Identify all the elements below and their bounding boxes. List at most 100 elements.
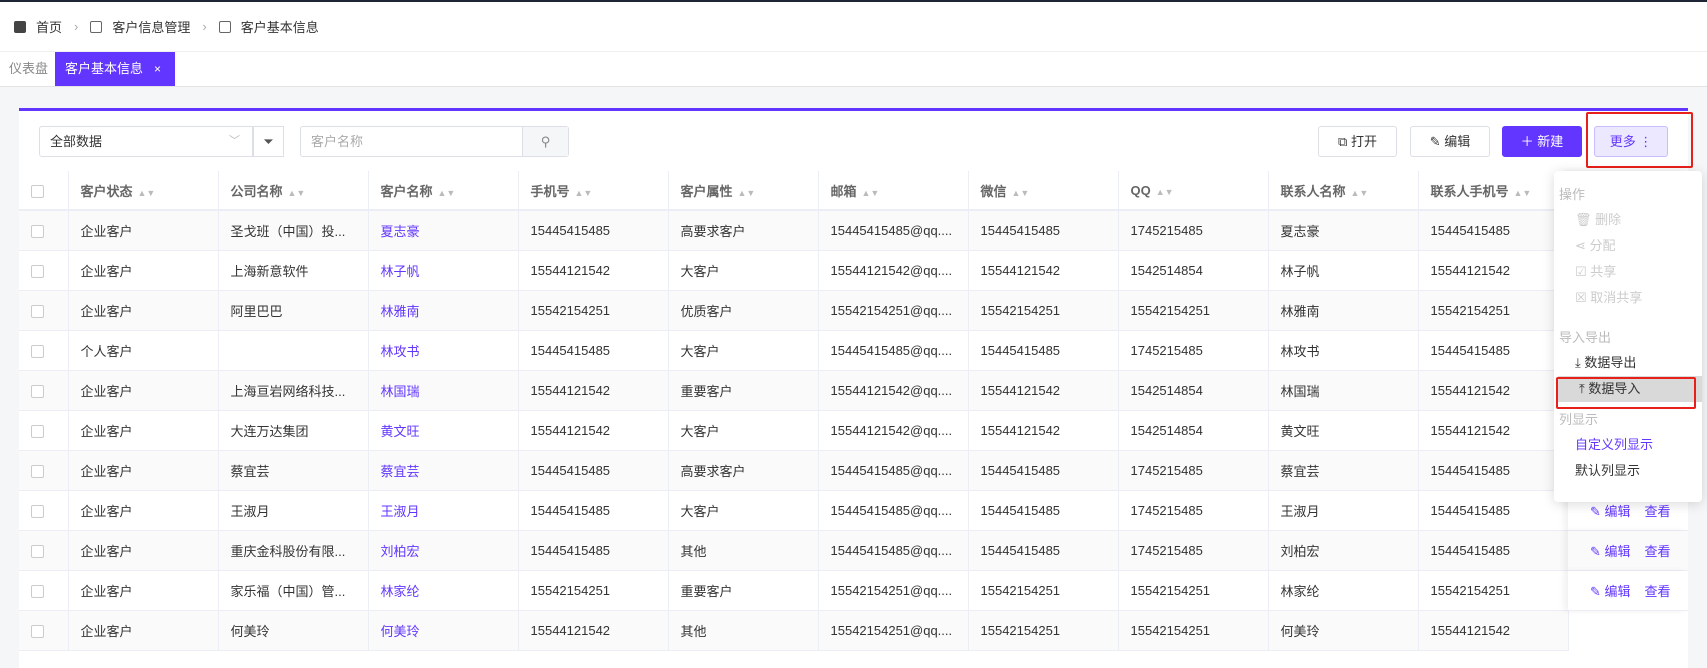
- column-header[interactable]: QQ ▲▼: [1118, 171, 1269, 211]
- table-cell[interactable]: 林雅南: [368, 290, 519, 331]
- search-button[interactable]: ⚲: [522, 127, 568, 156]
- table-cell[interactable]: 何美玲: [368, 610, 519, 651]
- sort-icon[interactable]: ▲▼: [288, 188, 306, 198]
- sort-icon[interactable]: ▲▼: [1012, 188, 1030, 198]
- table-row[interactable]: 企业客户 何美玲 何美玲 15544121542 其他 15542154251@qq...…: [19, 610, 1569, 651]
- open-button[interactable]: ⧉ 打开: [1318, 126, 1397, 157]
- table-cell[interactable]: 夏志豪: [368, 210, 519, 251]
- menu-item-unshare[interactable]: ☒ 取消共享: [1554, 285, 1702, 311]
- menu-item-custom-columns[interactable]: 自定义列显示: [1554, 432, 1702, 458]
- edit-icon: ✎: [1590, 504, 1601, 519]
- table-cell[interactable]: 林子帆: [368, 250, 519, 291]
- table-row[interactable]: 企业客户 上海亘岩网络科技... 林国瑞 15544121542 重要客户 1554412…: [19, 370, 1569, 411]
- row-view-button[interactable]: 查看: [1645, 501, 1671, 520]
- breadcrumb-customer-mgmt[interactable]: 客户信息管理: [112, 17, 190, 36]
- row-edit-button[interactable]: ✎ 编辑: [1590, 501, 1631, 520]
- edit-button[interactable]: ✎ 编辑: [1410, 126, 1490, 157]
- table-row[interactable]: 企业客户 家乐福（中国）管... 林家纶 15542154251 重要客户 1554215…: [19, 570, 1569, 611]
- sort-icon[interactable]: ▲▼: [1351, 188, 1369, 198]
- row-view-button[interactable]: 查看: [1645, 541, 1671, 560]
- row-checkbox[interactable]: [31, 424, 44, 438]
- row-checkbox[interactable]: [31, 344, 44, 358]
- column-header[interactable]: 手机号 ▲▼: [518, 171, 669, 211]
- tab-dashboard[interactable]: 仪表盘: [9, 52, 48, 86]
- edit-icon: ✎: [1590, 544, 1601, 559]
- table-row[interactable]: 企业客户 阿里巴巴 林雅南 15542154251 优质客户 15542154251@qq…: [19, 290, 1569, 331]
- sort-icon[interactable]: ▲▼: [1514, 188, 1532, 198]
- row-checkbox[interactable]: [31, 384, 44, 398]
- menu-item-share[interactable]: ☑ 共享: [1554, 259, 1702, 285]
- search-input[interactable]: [301, 127, 521, 156]
- table-cell[interactable]: 林国瑞: [368, 370, 519, 411]
- table-cell: 1542514854: [1118, 250, 1269, 291]
- breadcrumb-home[interactable]: 首页: [36, 17, 62, 36]
- row-select-cell: [19, 250, 69, 291]
- table-cell: 优质客户: [668, 290, 819, 331]
- menu-item-default-columns[interactable]: 默认列显示: [1554, 458, 1702, 484]
- menu-item-assign[interactable]: ⋖ 分配: [1554, 233, 1702, 259]
- column-header[interactable]: 客户属性 ▲▼: [668, 171, 819, 211]
- sort-icon[interactable]: ▲▼: [138, 188, 156, 198]
- sort-icon[interactable]: ▲▼: [575, 188, 593, 198]
- table-cell: 企业客户: [68, 370, 219, 411]
- row-checkbox[interactable]: [31, 584, 44, 598]
- column-header[interactable]: 微信 ▲▼: [968, 171, 1119, 211]
- menu-item-export[interactable]: ⤓ 数据导出: [1554, 350, 1702, 376]
- sort-icon[interactable]: ▲▼: [1156, 187, 1174, 197]
- row-edit-button[interactable]: ✎ 编辑: [1590, 581, 1631, 600]
- menu-item-delete[interactable]: 🗑 删除: [1554, 207, 1702, 233]
- table-cell[interactable]: 林家纶: [368, 570, 519, 611]
- column-header[interactable]: 客户状态 ▲▼: [68, 171, 219, 211]
- sort-icon[interactable]: ▲▼: [862, 188, 880, 198]
- label: 编辑: [1604, 504, 1631, 519]
- table-cell: 企业客户: [68, 290, 219, 331]
- row-select-cell: [19, 490, 69, 531]
- column-header[interactable]: 联系人名称 ▲▼: [1268, 171, 1419, 211]
- table-row[interactable]: 企业客户 王淑月 王淑月 15445415485 大客户 15445415485@qq..…: [19, 490, 1569, 531]
- table-row[interactable]: 企业客户 蔡宜芸 蔡宜芸 15445415485 高要求客户 15445415485@qq…: [19, 450, 1569, 491]
- table-cell: 企业客户: [68, 570, 219, 611]
- table-cell: 15445415485: [518, 490, 669, 531]
- table-cell[interactable]: 刘柏宏: [368, 530, 519, 571]
- sort-icon[interactable]: ▲▼: [438, 188, 456, 198]
- row-checkbox[interactable]: [31, 544, 44, 558]
- row-checkbox[interactable]: [31, 504, 44, 518]
- close-icon[interactable]: ×: [154, 52, 161, 86]
- column-header[interactable]: 邮箱 ▲▼: [818, 171, 969, 211]
- menu-item-import[interactable]: ⤒ 数据导入: [1558, 376, 1702, 402]
- table-cell[interactable]: 王淑月: [368, 490, 519, 531]
- sort-icon[interactable]: ▲▼: [738, 188, 756, 198]
- row-checkbox[interactable]: [31, 464, 44, 478]
- row-checkbox[interactable]: [31, 264, 44, 278]
- column-header[interactable]: 联系人手机号 ▲▼: [1418, 171, 1569, 211]
- table-cell[interactable]: 蔡宜芸: [368, 450, 519, 491]
- row-checkbox[interactable]: [31, 224, 44, 238]
- column-header[interactable]: 公司名称 ▲▼: [218, 171, 369, 211]
- filter-icon: ⏷: [263, 134, 274, 149]
- tab-customer-info[interactable]: 客户基本信息 ×: [55, 52, 175, 86]
- table-cell: 高要求客户: [668, 210, 819, 251]
- column-label: 客户状态: [80, 183, 133, 199]
- table-row[interactable]: 个人客户 林攻书 15445415485 大客户 15445415485@qq.... 1…: [19, 330, 1569, 371]
- row-view-button[interactable]: 查看: [1645, 581, 1671, 600]
- table-row[interactable]: 企业客户 圣戈班（中国）投... 夏志豪 15445415485 高要求客户 154454…: [19, 210, 1569, 251]
- table-cell: 15542154251: [1418, 570, 1569, 611]
- table-cell: 15544121542: [518, 610, 669, 651]
- row-checkbox[interactable]: [31, 304, 44, 318]
- new-button[interactable]: ＋ 新建: [1502, 126, 1582, 157]
- scope-select[interactable]: 全部数据 ﹀: [39, 126, 253, 157]
- new-label: 新建: [1537, 134, 1564, 149]
- filter-button[interactable]: ⏷: [253, 126, 284, 157]
- table-row[interactable]: 企业客户 大连万达集团 黄文旺 15544121542 大客户 15544121542@q…: [19, 410, 1569, 451]
- table-cell[interactable]: 黄文旺: [368, 410, 519, 451]
- table-row[interactable]: 企业客户 重庆金科股份有限... 刘柏宏 15445415485 其他 154454154…: [19, 530, 1569, 571]
- table-row[interactable]: 企业客户 上海新意软件 林子帆 15544121542 大客户 15544121542@q…: [19, 250, 1569, 291]
- table-cell: 15445415485: [968, 210, 1119, 251]
- row-edit-button[interactable]: ✎ 编辑: [1590, 541, 1631, 560]
- more-button[interactable]: 更多 ⋮: [1594, 126, 1668, 157]
- table-cell: 15542154251: [518, 570, 669, 611]
- table-cell[interactable]: 林攻书: [368, 330, 519, 371]
- row-checkbox[interactable]: [31, 624, 44, 638]
- select-all-checkbox[interactable]: [31, 184, 44, 198]
- column-header[interactable]: 客户名称 ▲▼: [368, 171, 519, 211]
